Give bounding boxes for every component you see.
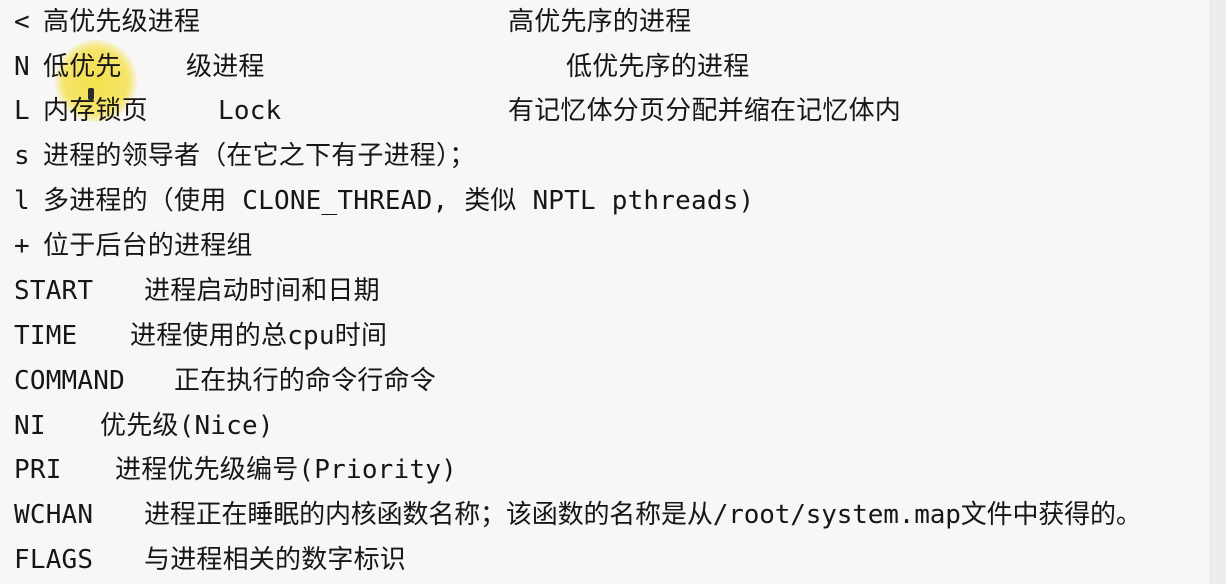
line-key: PRI xyxy=(14,455,62,485)
line-key: N xyxy=(14,52,30,82)
line-desc: 低优先 xyxy=(43,52,122,82)
line-desc: 优先级(Nice) xyxy=(100,411,274,441)
line-desc-continued: Lock xyxy=(218,96,282,126)
line-note: 低优先序的进程 xyxy=(566,52,750,82)
line-key: + xyxy=(14,231,30,261)
line-desc: 高优先级进程 xyxy=(43,7,201,37)
line-desc: 正在执行的命令行命令 xyxy=(174,366,437,396)
line-key: s xyxy=(14,141,30,171)
line-key: NI xyxy=(14,411,46,441)
scrollbar-track[interactable] xyxy=(1210,0,1226,584)
line-desc-continued: 级进程 xyxy=(186,52,265,82)
line-desc: 进程的领导者（在它之下有子进程）； xyxy=(43,141,476,171)
line-desc: 进程启动时间和日期 xyxy=(144,276,380,306)
line-key: START xyxy=(14,276,94,306)
line-desc: 进程优先级编号(Priority) xyxy=(115,455,457,485)
line-desc: 进程使用的总cpu时间 xyxy=(130,321,388,351)
line-desc: 位于后台的进程组 xyxy=(43,231,253,261)
document-page: < 高优先级进程 高优先序的进程 N 低优先 级进程 低优先序的进程 L 内存锁… xyxy=(0,0,1211,584)
line-key: COMMAND xyxy=(14,366,125,396)
line-desc: 进程正在睡眠的内核函数名称；该函数的名称是从/root/system.map文件… xyxy=(144,500,1142,530)
line-note: 有记忆体分页分配并缩在记忆体内 xyxy=(508,96,902,126)
line-key: l xyxy=(14,186,30,216)
line-note: 高优先序的进程 xyxy=(508,7,692,37)
line-key: TIME xyxy=(14,321,78,351)
line-desc: 内存锁页 xyxy=(43,96,148,126)
line-key: FLAGS xyxy=(14,545,94,575)
line-key: L xyxy=(14,96,30,126)
line-desc: 与进程相关的数字标识 xyxy=(144,545,407,575)
line-desc: 多进程的（使用 CLONE_THREAD, 类似 NPTL pthreads) xyxy=(43,186,755,216)
line-key: WCHAN xyxy=(14,500,94,530)
line-key: < xyxy=(14,7,30,37)
text-content: < 高优先级进程 高优先序的进程 N 低优先 级进程 低优先序的进程 L 内存锁… xyxy=(0,0,1210,584)
